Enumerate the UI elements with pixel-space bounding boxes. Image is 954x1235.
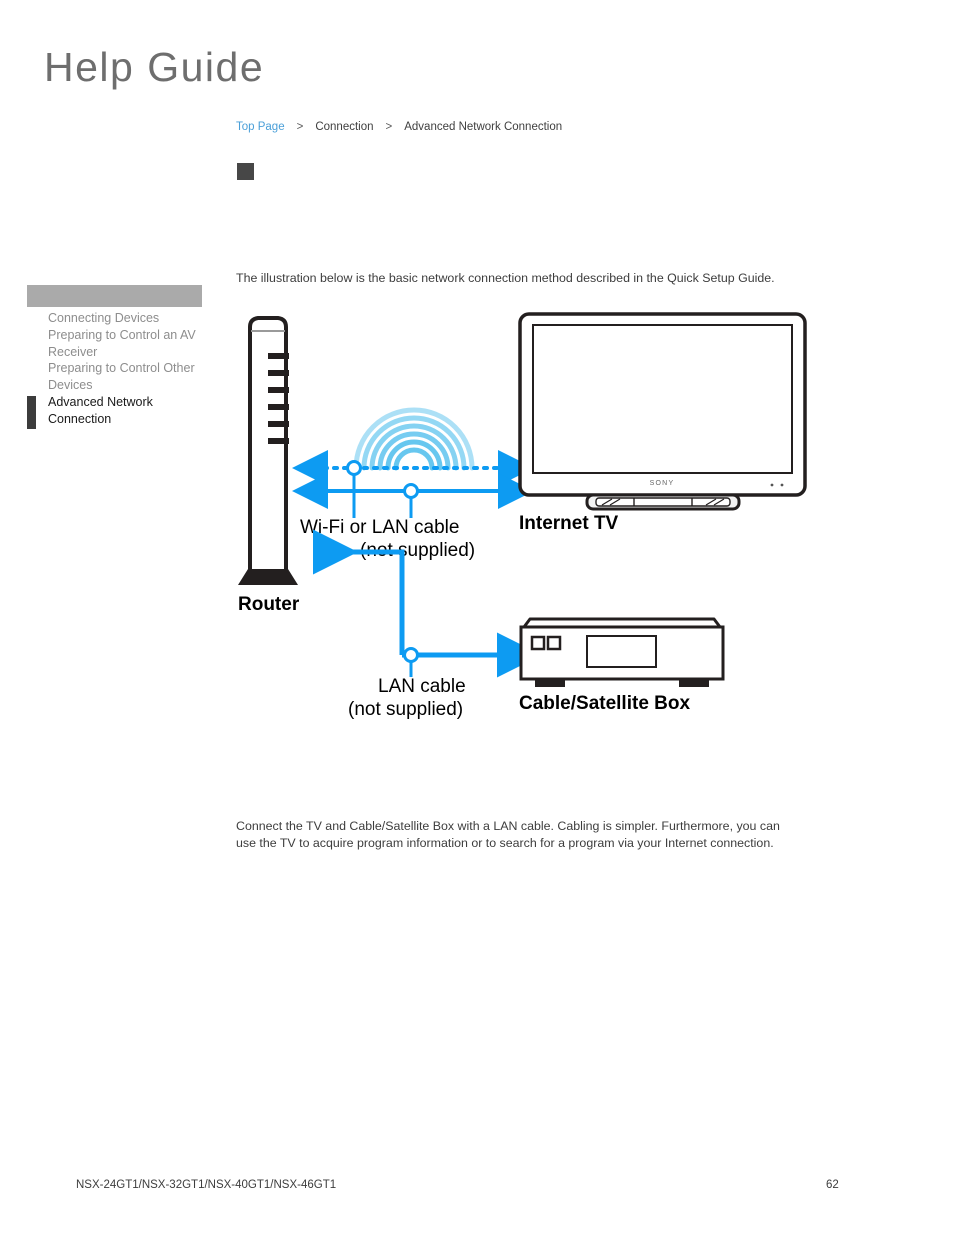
- router-illustration: [238, 316, 298, 585]
- intro-paragraph: The illustration below is the basic netw…: [236, 271, 775, 286]
- cable-satellite-box-label: Cable/Satellite Box: [519, 693, 690, 714]
- tv-brand-label: SONY: [650, 480, 675, 487]
- lan-cable-note: (not supplied): [348, 699, 463, 720]
- breadcrumb-separator: >: [296, 121, 304, 133]
- help-guide-logo: Help Guide: [44, 44, 265, 90]
- wifi-signal-icon: [353, 407, 475, 471]
- wifi-or-lan-cable-label: Wi-Fi or LAN cable: [300, 517, 459, 538]
- breadcrumb: Top Page > Connection > Advanced Network…: [236, 121, 562, 133]
- lan-cable-label: LAN cable: [378, 676, 466, 697]
- section-marker-square: [237, 163, 254, 180]
- sidebar-list: Connecting Devices Preparing to Control …: [27, 310, 202, 429]
- television-illustration: SONY: [518, 312, 807, 511]
- breadcrumb-item-advanced-network-connection: Advanced Network Connection: [404, 121, 563, 133]
- outro-paragraph: Connect the TV and Cable/Satellite Box w…: [236, 819, 780, 850]
- sidebar-item-preparing-to-control-an-av-receiver[interactable]: Preparing to Control an AV Receiver: [27, 327, 202, 361]
- sidebar-item-advanced-network-connection[interactable]: Advanced Network Connection: [27, 394, 202, 429]
- router-to-box-cable: [313, 529, 542, 678]
- cable-satellite-box-illustration: [519, 617, 725, 687]
- breadcrumb-item-top-page[interactable]: Top Page: [236, 121, 285, 133]
- sidebar-item-preparing-to-control-other-devices[interactable]: Preparing to Control Other Devices: [27, 360, 202, 394]
- breadcrumb-separator: >: [385, 121, 393, 133]
- footer-page-number: 62: [826, 1179, 839, 1191]
- network-connection-diagram: Router Wi-Fi or LAN cable (not supplied)…: [230, 305, 830, 755]
- sidebar-header-bar: [27, 285, 202, 307]
- sidebar: Connecting Devices Preparing to Control …: [27, 285, 202, 429]
- footer-model-numbers: NSX-24GT1/NSX-32GT1/NSX-40GT1/NSX-46GT1: [76, 1179, 337, 1191]
- sidebar-item-connecting-devices[interactable]: Connecting Devices: [27, 310, 202, 327]
- breadcrumb-item-connection[interactable]: Connection: [315, 121, 373, 133]
- internet-tv-label: Internet TV: [519, 513, 619, 534]
- router-label: Router: [238, 594, 300, 615]
